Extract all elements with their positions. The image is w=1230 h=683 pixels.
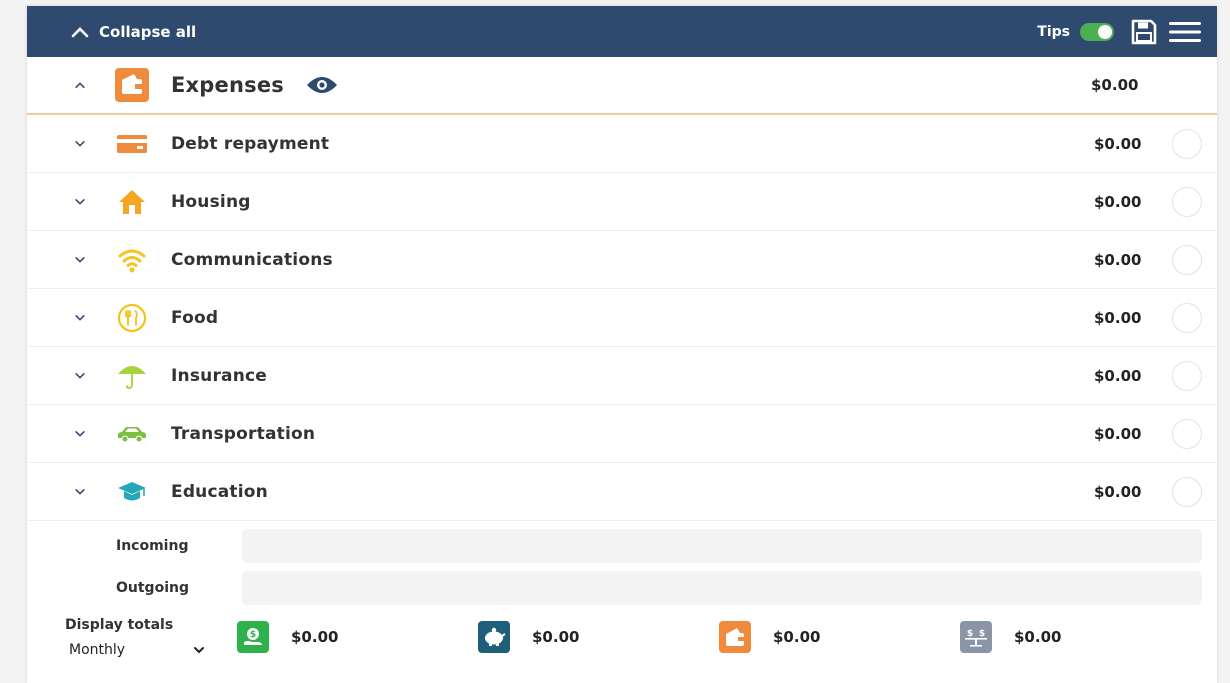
category-label: Food [171, 307, 219, 328]
page-background: Collapse all Tips Expenses $0.00 Debt re… [0, 0, 1230, 683]
incoming-bar [242, 529, 1202, 563]
category-amount: $0.00 [1094, 366, 1142, 385]
category-amount: $0.00 [1094, 424, 1142, 443]
utensils-icon [102, 303, 162, 333]
svg-text:$: $ [967, 629, 973, 639]
chevron-up-icon [75, 82, 85, 88]
total-savings-value: $0.00 [532, 628, 580, 646]
category-select-radio[interactable] [1172, 302, 1202, 333]
toolbar-actions: Tips [1037, 18, 1217, 46]
chevron-down-icon [75, 372, 85, 379]
expand-toggle[interactable] [27, 486, 85, 498]
chevron-up-icon [71, 26, 89, 37]
expenses-wallet-icon [719, 621, 751, 653]
category-row-education[interactable]: Education $0.00 [27, 463, 1217, 521]
eye-icon [306, 77, 337, 93]
category-row-transportation[interactable]: Transportation $0.00 [27, 405, 1217, 463]
total-balance: $ $ $0.00 [960, 617, 1201, 653]
category-row-insurance[interactable]: Insurance $0.00 [27, 347, 1217, 405]
incoming-label: Incoming [116, 538, 189, 554]
total-balance-value: $0.00 [1014, 628, 1062, 646]
category-label: Communications [171, 249, 333, 270]
category-row-communications[interactable]: Communications $0.00 [27, 231, 1217, 289]
menu-button[interactable] [1168, 19, 1202, 45]
total-expenses: $0.00 [719, 617, 960, 653]
expand-toggle[interactable] [27, 370, 85, 382]
category-label: Housing [171, 191, 251, 212]
total-savings: $0.00 [478, 617, 719, 653]
outgoing-row: Outgoing [27, 567, 1217, 609]
total-expenses-value: $0.00 [773, 628, 821, 646]
wifi-icon [102, 247, 162, 273]
category-amount: $0.00 [1094, 308, 1142, 327]
category-row-housing[interactable]: Housing $0.00 [27, 173, 1217, 231]
section-total: $0.00 [1091, 76, 1139, 94]
svg-text:$: $ [250, 630, 256, 640]
hamburger-menu-icon [1169, 21, 1201, 42]
section-title: Expenses [171, 73, 284, 97]
category-label: Transportation [171, 423, 316, 444]
category-select-radio[interactable] [1172, 128, 1202, 159]
period-select-value: Monthly [69, 642, 126, 658]
category-select-radio[interactable] [1172, 244, 1202, 275]
tips-label: Tips [1037, 23, 1070, 40]
balance-scale-icon: $ $ [960, 621, 992, 653]
expand-toggle[interactable] [27, 196, 85, 208]
total-income: $ $0.00 [237, 617, 478, 653]
chevron-down-icon [75, 488, 85, 495]
period-select[interactable]: Monthly [65, 642, 205, 658]
expand-toggle[interactable] [27, 312, 85, 324]
category-select-radio[interactable] [1172, 360, 1202, 391]
category-amount: $0.00 [1094, 250, 1142, 269]
chevron-down-icon [194, 647, 204, 654]
chevron-down-icon [75, 314, 85, 321]
wallet-icon [102, 68, 162, 102]
category-row-food[interactable]: Food $0.00 [27, 289, 1217, 347]
category-select-radio[interactable] [1172, 186, 1202, 217]
display-totals-label: Display totals [65, 617, 174, 633]
top-toolbar: Collapse all Tips [27, 6, 1217, 57]
section-collapse-toggle[interactable] [27, 79, 85, 91]
totals-footer: Display totals Monthly $ $0.00 $0.00 $0.… [27, 617, 1217, 658]
total-income-value: $0.00 [291, 628, 339, 646]
house-icon [102, 188, 162, 216]
category-amount: $0.00 [1094, 482, 1142, 501]
chevron-down-icon [75, 430, 85, 437]
category-row-debt-repayment[interactable]: Debt repayment $0.00 [27, 115, 1217, 173]
incoming-row: Incoming [27, 525, 1217, 567]
floppy-disk-icon [1131, 19, 1157, 44]
car-icon [102, 424, 162, 444]
expand-toggle[interactable] [27, 254, 85, 266]
save-button[interactable] [1130, 18, 1158, 46]
budget-app: Collapse all Tips Expenses $0.00 Debt re… [27, 6, 1217, 683]
display-totals: Display totals Monthly [27, 617, 237, 658]
visibility-toggle[interactable] [306, 75, 338, 95]
graduation-cap-icon [102, 480, 162, 504]
umbrella-icon [102, 362, 162, 390]
collapse-all-button[interactable]: Collapse all [71, 23, 196, 41]
category-label: Insurance [171, 365, 268, 386]
outgoing-label: Outgoing [116, 580, 189, 596]
savings-icon [478, 621, 510, 653]
expenses-section-header[interactable]: Expenses $0.00 [27, 57, 1217, 115]
svg-text:$: $ [979, 629, 985, 639]
category-select-radio[interactable] [1172, 476, 1202, 507]
chevron-down-icon [75, 198, 85, 205]
collapse-all-label: Collapse all [99, 22, 197, 41]
chevron-down-icon [75, 256, 85, 263]
category-label: Debt repayment [171, 133, 330, 154]
chevron-down-icon [75, 140, 85, 147]
income-icon: $ [237, 621, 269, 653]
outgoing-bar [242, 571, 1202, 605]
category-amount: $0.00 [1094, 192, 1142, 211]
card-icon [102, 133, 162, 155]
category-amount: $0.00 [1094, 134, 1142, 153]
expand-toggle[interactable] [27, 428, 85, 440]
tips-toggle[interactable] [1080, 22, 1114, 41]
category-label: Education [171, 481, 268, 502]
expand-toggle[interactable] [27, 138, 85, 150]
category-select-radio[interactable] [1172, 418, 1202, 449]
